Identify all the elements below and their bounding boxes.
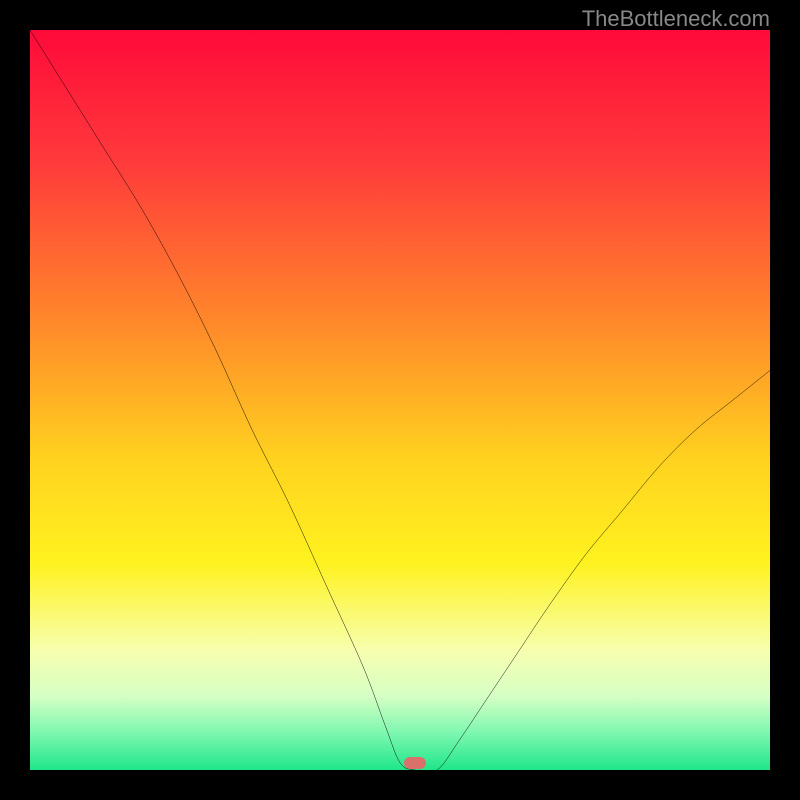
- optimal-marker: [404, 757, 426, 769]
- plot-area: [30, 30, 770, 770]
- chart-container: TheBottleneck.com: [0, 0, 800, 800]
- bottleneck-curve: [30, 30, 770, 770]
- watermark-label: TheBottleneck.com: [582, 6, 770, 32]
